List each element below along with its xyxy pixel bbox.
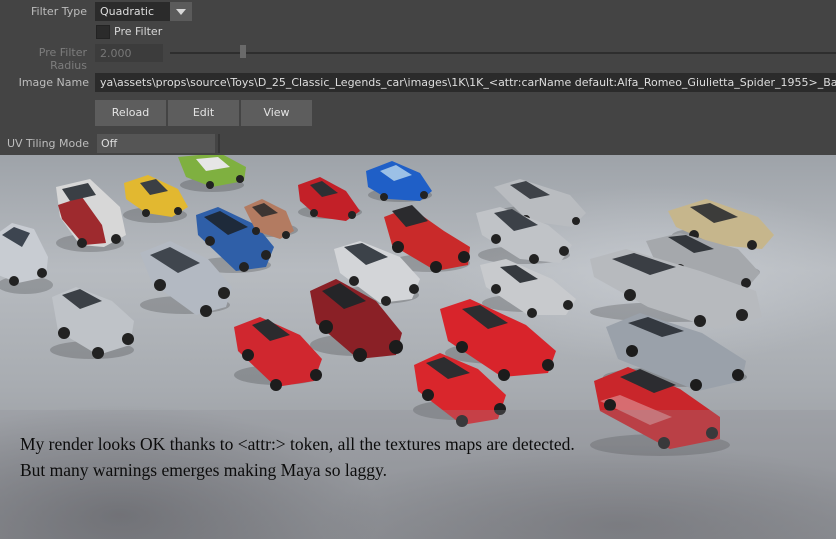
car-grey-hatch-left: [0, 223, 48, 286]
attribute-panel: Filter Type Quadratic Pre Filter Pre Fil…: [0, 0, 836, 155]
divider: [218, 134, 220, 153]
pre-filter-radius-slider-handle[interactable]: [240, 45, 247, 58]
image-name-field[interactable]: ya\assets\props\source\Toys\D_25_Classic…: [95, 73, 836, 92]
filter-type-dropdown[interactable]: Quadratic: [95, 2, 192, 21]
pre-filter-label: Pre Filter: [114, 25, 163, 38]
image-name-value: ya\assets\props\source\Toys\D_25_Classic…: [100, 76, 836, 89]
pre-filter-radius-field[interactable]: 2.000: [95, 44, 163, 62]
pre-filter-radius-slider[interactable]: [170, 52, 836, 54]
uv-tiling-mode-dropdown[interactable]: Off: [97, 134, 215, 153]
image-name-label: Image Name: [18, 76, 89, 89]
pre-filter-radius-value: 2.000: [100, 47, 132, 60]
view-button[interactable]: View: [241, 100, 312, 126]
caption-line-2: But many warnings emerges making Maya so…: [20, 460, 387, 480]
chevron-down-icon[interactable]: [170, 2, 192, 21]
pre-filter-checkbox[interactable]: [96, 25, 110, 39]
edit-button[interactable]: Edit: [168, 100, 239, 126]
caption-text: My render looks OK thanks to <attr:> tok…: [20, 431, 575, 483]
filter-type-value: Quadratic: [100, 5, 155, 18]
uv-tiling-mode-label: UV Tiling Mode: [6, 137, 89, 150]
uv-tiling-mode-value: Off: [101, 137, 118, 150]
filter-type-label: Filter Type: [30, 5, 87, 18]
caption-line-1: My render looks OK thanks to <attr:> tok…: [20, 434, 575, 454]
reload-button[interactable]: Reload: [95, 100, 166, 126]
pre-filter-radius-label: Pre Filter Radius: [38, 46, 87, 72]
